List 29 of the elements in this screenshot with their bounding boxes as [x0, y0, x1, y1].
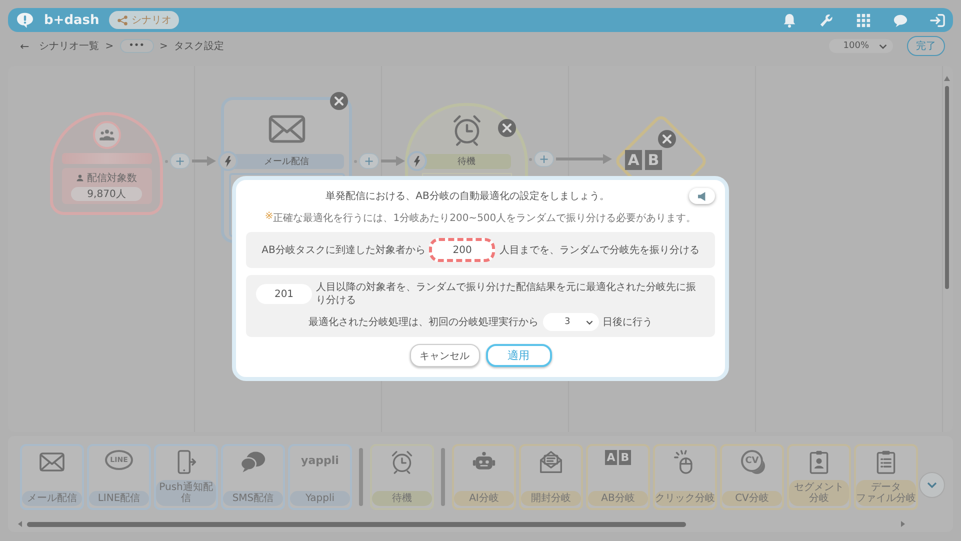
task-label: CV分岐 [722, 491, 782, 506]
task-label: LINE配信 [89, 491, 149, 506]
setting-text: 日後に行う [602, 316, 652, 328]
breadcrumb-separator: > [160, 40, 168, 52]
setting-text: AB分岐タスクに到達した対象者から [262, 244, 426, 256]
task-label: メール配信 [22, 491, 82, 506]
breadcrumb-separator: > [105, 40, 114, 52]
setting-text: 人目までを、ランダムで分岐先を振り分ける [499, 244, 700, 256]
setting-text: 最適化された分岐処理は、初回の分岐処理実行から [308, 316, 538, 328]
audience-count-label: 配信対象数 [76, 171, 137, 185]
task-label-line: データ [870, 482, 902, 493]
yappli-logo: yappli [301, 454, 339, 467]
task-label: AI分岐 [454, 491, 514, 506]
audience-count: 9,870人 [71, 187, 142, 201]
scenario-badge: シナリオ [109, 11, 180, 29]
breadcrumb-current: タスク設定 [174, 40, 224, 53]
task-label-line: 分岐 [808, 493, 830, 504]
task-label: AB分岐 [588, 491, 648, 506]
setting-text: 人目以降の対象者を、ランダムで振り分けた配信結果を元に最適化された分岐先に振り分ける [316, 281, 697, 307]
task-label: 開封分岐 [521, 491, 581, 506]
node-title: 待機 [422, 154, 510, 169]
magnifier-icon: CV [741, 450, 763, 472]
task-label: 待機 [372, 491, 432, 506]
task-label: Yappli [290, 491, 350, 506]
task-label: Push通知配信 [156, 480, 216, 506]
task-label-line: ファイル分岐 [856, 493, 916, 504]
task-label: SMS配信 [223, 491, 283, 506]
task-label: クリック分岐 [655, 491, 715, 506]
task-label-line: セグメント [793, 482, 845, 493]
